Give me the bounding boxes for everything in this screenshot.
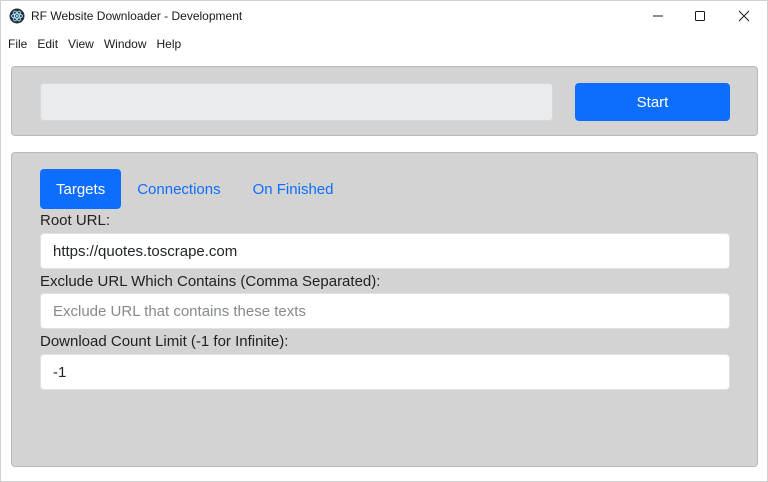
maximize-button[interactable] [677,1,723,31]
download-limit-label: Download Count Limit (-1 for Infinite): [40,333,289,350]
status-url-box[interactable] [40,83,553,121]
menu-file[interactable]: File [3,33,32,55]
maximize-icon [695,11,705,21]
download-limit-input[interactable] [40,354,730,390]
start-button[interactable]: Start [575,83,730,121]
root-url-input[interactable] [40,233,730,269]
root-url-label: Root URL: [40,212,111,229]
tab-on-finished[interactable]: On Finished [237,169,350,209]
menu-bar: File Edit View Window Help [1,33,767,55]
menu-view[interactable]: View [63,33,99,55]
exclude-url-label: Exclude URL Which Contains (Comma Separa… [40,273,381,290]
minimize-icon [653,15,663,17]
menu-help[interactable]: Help [152,33,187,55]
settings-tabs: Targets Connections On Finished [40,169,349,209]
app-window: RF Website Downloader - Development File… [0,0,768,482]
minimize-button[interactable] [635,1,681,31]
title-bar[interactable]: RF Website Downloader - Development [1,1,767,32]
menu-edit[interactable]: Edit [32,33,63,55]
close-button[interactable] [721,1,767,31]
tab-connections[interactable]: Connections [121,169,236,209]
exclude-url-input[interactable] [40,293,730,329]
menu-window[interactable]: Window [99,33,152,55]
control-panel: Start [11,66,758,136]
settings-panel: Targets Connections On Finished Root URL… [11,152,758,467]
window-title: RF Website Downloader - Development [31,9,243,23]
close-icon [738,10,750,22]
tab-targets[interactable]: Targets [40,169,122,209]
electron-atom-icon [9,8,25,24]
